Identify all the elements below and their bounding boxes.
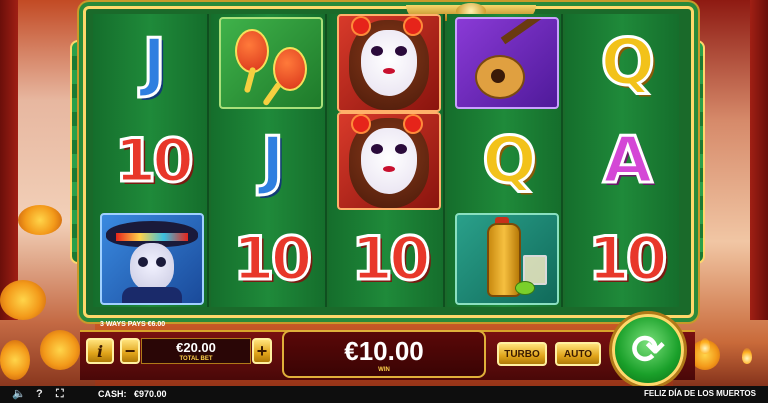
- symbol-number: 10: [231, 223, 313, 294]
- background-pillar-right: [750, 0, 768, 320]
- win-value: €10.00: [344, 336, 424, 366]
- sound-icon[interactable]: 🔈: [12, 388, 26, 401]
- bet-increase-button[interactable]: +: [252, 338, 272, 364]
- reel-symbol-catrina: [330, 14, 448, 112]
- reel-symbol-guitar: [448, 14, 566, 112]
- reel-symbol-maracas: [211, 14, 329, 112]
- reel-symbol-10: 10: [93, 112, 211, 210]
- ways-pays-text: 3 WAYS PAYS €6.00: [100, 321, 166, 328]
- background-pillar-left: [0, 0, 18, 320]
- catrina-icon: [336, 14, 441, 112]
- win-label: WIN: [378, 367, 390, 373]
- cash-label: CASH:: [98, 389, 127, 399]
- help-icon[interactable]: ?: [36, 388, 43, 401]
- reel-symbol-10: 10: [567, 210, 685, 307]
- maracas-icon: [218, 17, 323, 109]
- reel-grid: J Q 10 J Q A 10 10 10: [93, 14, 685, 307]
- symbol-letter: Q: [599, 26, 656, 100]
- reel-symbol-a: A: [567, 112, 685, 210]
- reel-symbol-tequila: [448, 210, 566, 307]
- symbol-number: 10: [587, 223, 669, 294]
- status-bar: 🔈 ? ⛶ CASH: €970.00 FELIZ DÍA DE LOS MUE…: [0, 386, 768, 403]
- catrina-icon: [336, 112, 441, 210]
- symbol-letter: J: [259, 124, 286, 198]
- game-title: FELIZ DÍA DE LOS MUERTOS: [643, 389, 756, 398]
- reel-symbol-q: Q: [448, 112, 566, 210]
- symbol-letter: Q: [481, 124, 538, 198]
- reel-symbol-10: 10: [211, 210, 329, 307]
- reel-symbol-q: Q: [567, 14, 685, 112]
- spin-icon: ⟳: [631, 328, 665, 372]
- total-bet-display: €20.00 TOTAL BET: [141, 338, 251, 364]
- reel-symbol-10: 10: [330, 210, 448, 307]
- win-display: €10.00 WIN: [282, 330, 486, 378]
- guitar-icon: [455, 17, 560, 109]
- marigold-decoration: [18, 205, 62, 235]
- reel-symbol-j: J: [93, 14, 211, 112]
- symbol-letter: A: [602, 124, 654, 198]
- candle-flame-icon: [742, 348, 752, 364]
- symbol-number: 10: [350, 223, 432, 294]
- symbol-letter: J: [141, 26, 168, 100]
- skull-man-icon: [100, 212, 205, 305]
- bet-decrease-button[interactable]: −: [120, 338, 140, 364]
- fullscreen-icon[interactable]: ⛶: [56, 388, 64, 401]
- marigold-decoration: [40, 330, 80, 370]
- marigold-decoration: [0, 280, 46, 320]
- reel-symbol-catrina: [330, 112, 448, 210]
- reel-symbol-skull-man: [93, 210, 211, 307]
- total-bet-label: TOTAL BET: [179, 356, 213, 362]
- reel-symbol-j: J: [211, 112, 329, 210]
- total-bet-value: €20.00: [176, 340, 216, 355]
- turbo-button[interactable]: TURBO: [497, 342, 547, 366]
- spin-button[interactable]: ⟳: [612, 314, 684, 386]
- marigold-decoration: [0, 340, 30, 380]
- autoplay-button[interactable]: AUTO: [555, 342, 601, 366]
- tequila-icon: [455, 212, 560, 305]
- symbol-number: 10: [113, 126, 195, 196]
- candle-flame-icon: [700, 338, 710, 354]
- info-button[interactable]: i: [86, 338, 114, 364]
- cash-value: €970.00: [134, 389, 167, 399]
